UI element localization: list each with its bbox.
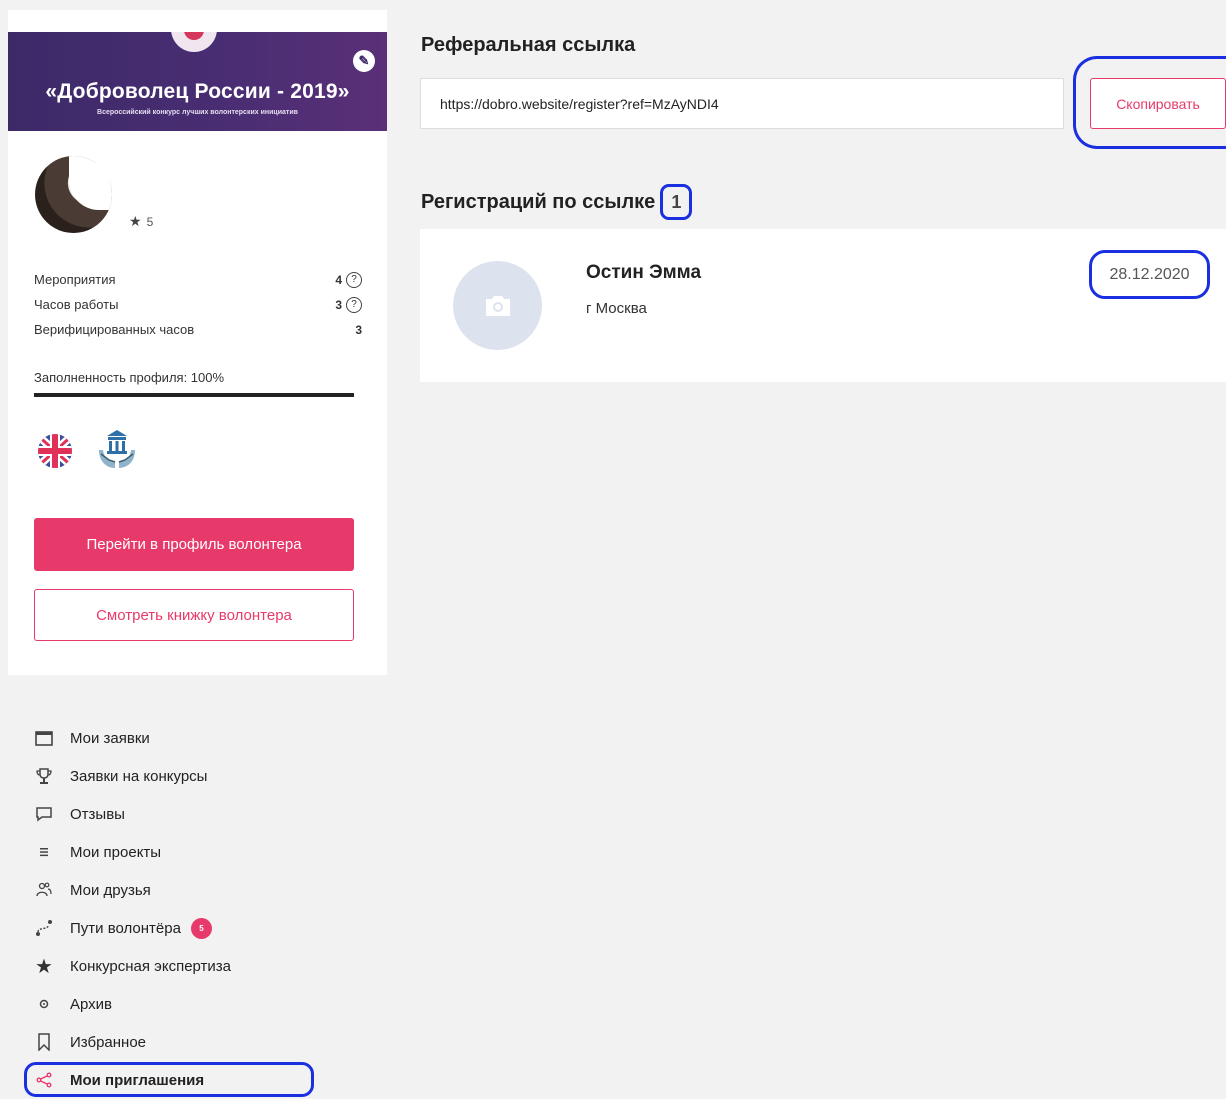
stat-value: 3: [335, 297, 342, 312]
help-icon[interactable]: ?: [346, 271, 362, 288]
stat-label: Верифицированных часов: [34, 322, 195, 337]
registration-date: 28.12.2020: [1089, 250, 1210, 299]
avatar-placeholder: [453, 261, 542, 350]
edit-pencil-icon[interactable]: ✎: [353, 50, 375, 72]
profile-completeness-bar: [34, 393, 354, 397]
referral-link-title: Реферальная ссылка: [421, 34, 636, 56]
stat-label: Мероприятия: [34, 272, 116, 287]
sidebar-item-label: Отзывы: [70, 805, 125, 823]
sidebar-item-label: Мои друзья: [70, 881, 151, 899]
copy-link-button[interactable]: Скопировать: [1090, 78, 1226, 129]
sidebar-item-label: Пути волонтёра: [70, 919, 181, 937]
star-icon: ★: [129, 213, 142, 229]
stat-value: 3: [355, 322, 362, 337]
banner-subtitle: Всероссийский конкурс лучших волонтерски…: [97, 109, 298, 116]
referral-link-field[interactable]: [420, 78, 1064, 129]
view-volunteer-book-button[interactable]: Смотреть книжку волонтера: [34, 589, 354, 641]
sidebar-item-volunteer-paths[interactable]: Пути волонтёра 5: [26, 909, 326, 947]
trophy-icon: [34, 766, 54, 786]
comment-icon: [34, 804, 54, 824]
sidebar-item-label: Мои заявки: [70, 729, 150, 747]
profile-stats: Мероприятия 4 ? Часов работы 3 ? Верифиц…: [34, 267, 362, 342]
banner-title: «Доброволец России - 2019»: [45, 80, 350, 103]
stat-label: Часов работы: [34, 297, 119, 312]
stat-row-hours: Часов работы 3 ?: [34, 292, 362, 317]
registered-user-city: г Москва: [586, 300, 647, 317]
sidebar-item-my-applications[interactable]: Мои заявки: [26, 719, 326, 757]
registered-user-name[interactable]: Остин Эмма: [586, 262, 701, 284]
friends-icon: [34, 880, 54, 900]
sidebar-item-my-projects[interactable]: Мои проекты: [26, 833, 326, 871]
stat-row-events: Мероприятия 4 ?: [34, 267, 362, 292]
sidebar-item-label: Избранное: [70, 1033, 147, 1051]
profile-completeness-fill: [34, 393, 354, 397]
star-icon: ★: [35, 955, 53, 978]
stat-value: 4: [335, 272, 342, 287]
sidebar-item-favorites[interactable]: Избранное: [26, 1023, 326, 1061]
list-icon: [34, 842, 54, 862]
sidebar-item-archive[interactable]: Архив: [26, 985, 326, 1023]
avatar[interactable]: [35, 156, 112, 233]
camera-icon: [485, 295, 510, 316]
calendar-icon: [34, 728, 54, 748]
sidebar-item-label: Мои приглашения: [70, 1071, 205, 1089]
share-icon: [34, 1070, 54, 1090]
sidebar-item-label: Мои проекты: [70, 843, 162, 861]
stat-row-verified-hours: Верифицированных часов 3: [34, 317, 362, 342]
sidebar-item-my-invitations[interactable]: Мои приглашения: [26, 1061, 326, 1099]
registrations-title-text: Регистраций по ссылке: [421, 190, 656, 213]
archive-icon: [34, 994, 54, 1014]
sidebar-item-reviews[interactable]: Отзывы: [26, 795, 326, 833]
institution-hands-icon[interactable]: [95, 428, 139, 472]
uk-flag-icon[interactable]: [35, 433, 75, 469]
sidebar-item-my-friends[interactable]: Мои друзья: [26, 871, 326, 909]
sidebar-item-contest-applications[interactable]: Заявки на конкурсы: [26, 757, 326, 795]
profile-banner: ✎ «Доброволец России - 2019» Всероссийск…: [8, 32, 387, 131]
registrations-title: Регистраций по ссылке 1: [421, 184, 693, 220]
sidebar-menu: Мои заявки Заявки на конкурсы Отзывы Мои…: [26, 719, 326, 1099]
notification-count-badge: 5: [190, 917, 212, 939]
profile-card: ✎ «Доброволец России - 2019» Всероссийск…: [8, 10, 387, 675]
sidebar-item-label: Архив: [70, 995, 113, 1013]
help-icon[interactable]: ?: [346, 296, 362, 313]
registrations-count-badge: 1: [660, 184, 693, 220]
sidebar-item-label: Конкурсная экспертиза: [70, 957, 232, 975]
registration-card[interactable]: Остин Эмма г Москва 28.12.2020: [420, 229, 1226, 382]
go-to-volunteer-profile-button[interactable]: Перейти в профиль волонтера: [34, 518, 354, 571]
rating: ★ 5: [129, 213, 153, 230]
profile-completeness-label: Заполненность профиля: 100%: [34, 370, 225, 385]
sidebar-item-label: Заявки на конкурсы: [70, 767, 208, 785]
route-icon: [34, 918, 54, 938]
rating-value: 5: [146, 214, 154, 229]
contest-emblem-icon: [171, 32, 217, 52]
sidebar-item-contest-expertise[interactable]: ★ Конкурсная экспертиза: [26, 947, 326, 985]
bookmark-icon: [34, 1032, 54, 1052]
